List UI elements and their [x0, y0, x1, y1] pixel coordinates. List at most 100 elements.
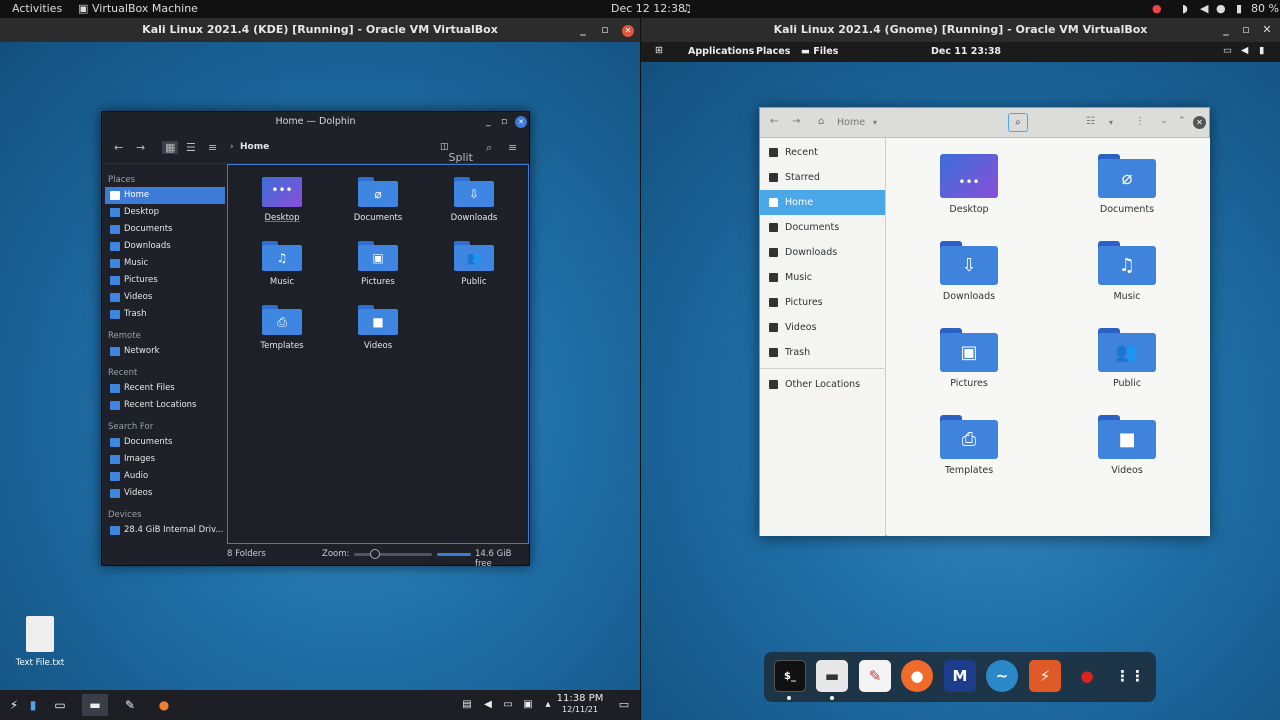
kde-clock[interactable]: 11:38 PM 12/11/21: [556, 693, 604, 715]
battery-icon[interactable]: ▮: [1236, 2, 1242, 15]
sidebar-item[interactable]: Music: [760, 265, 885, 290]
terminal-icon[interactable]: ▭: [48, 694, 72, 716]
file-item[interactable]: ♫ Music: [234, 241, 330, 287]
volume-icon[interactable]: ◀: [1241, 45, 1248, 56]
forward-icon[interactable]: →: [136, 141, 145, 154]
path-bar-home[interactable]: Home: [837, 117, 865, 128]
places-item[interactable]: Documents: [105, 434, 225, 451]
search-icon[interactable]: ⌕: [486, 141, 492, 155]
file-item[interactable]: ▣ Pictures: [914, 328, 1024, 389]
file-item[interactable]: ⇩ Downloads: [426, 177, 522, 223]
places-item[interactable]: Audio: [105, 468, 225, 485]
wifi-icon[interactable]: ◗: [1182, 2, 1188, 15]
places-item[interactable]: Music: [105, 255, 225, 272]
notification-icon[interactable]: ♫: [682, 2, 692, 15]
places-item[interactable]: Trash: [105, 306, 225, 323]
pager-icon[interactable]: ▮: [26, 694, 40, 716]
file-item[interactable]: ▣ Pictures: [330, 241, 426, 287]
files-menu[interactable]: ▬ Files: [801, 46, 838, 57]
icons-view-icon[interactable]: ▦: [162, 141, 179, 154]
file-item[interactable]: ■ Videos: [1072, 415, 1182, 476]
maximize-button[interactable]: ▫: [596, 18, 614, 42]
sidebar-item[interactable]: Home: [760, 190, 885, 215]
places-item[interactable]: Pictures: [105, 272, 225, 289]
file-item[interactable]: ⌀ Documents: [1072, 154, 1182, 215]
view-options-icon[interactable]: ▾: [1109, 118, 1113, 127]
file-item[interactable]: ⎙ Templates: [914, 415, 1024, 476]
dolphin-task-icon[interactable]: ▬: [82, 694, 108, 716]
terminal-icon[interactable]: $_: [774, 660, 806, 692]
sidebar-item[interactable]: Pictures: [760, 290, 885, 315]
file-item[interactable]: ••• Desktop: [234, 177, 330, 223]
firefox-icon[interactable]: ●: [901, 660, 933, 692]
back-icon[interactable]: ←: [114, 141, 123, 154]
places-item[interactable]: Videos: [105, 289, 225, 306]
screen-icon[interactable]: ▭: [1223, 45, 1232, 56]
file-item[interactable]: 👥 Public: [426, 241, 522, 287]
places-item[interactable]: 28.4 GiB Internal Driv...: [105, 522, 225, 539]
sidebar-item[interactable]: Trash: [760, 340, 885, 365]
sidebar-item[interactable]: Recent: [760, 140, 885, 165]
places-item[interactable]: Downloads: [105, 238, 225, 255]
burpsuite-icon[interactable]: ⚡: [1029, 660, 1061, 692]
minimize-button[interactable]: _: [486, 112, 491, 132]
sidebar-item[interactable]: Downloads: [760, 240, 885, 265]
app-grid-icon[interactable]: ⊞: [655, 45, 663, 56]
mic-icon[interactable]: ●: [1216, 2, 1226, 15]
places-item[interactable]: Recent Locations: [105, 397, 225, 414]
places-item[interactable]: Documents: [105, 221, 225, 238]
sidebar-item[interactable]: Starred: [760, 165, 885, 190]
file-item[interactable]: ⌀ Documents: [330, 177, 426, 223]
text-editor-icon[interactable]: ✎: [859, 660, 891, 692]
places-item[interactable]: Desktop: [105, 204, 225, 221]
maximize-button[interactable]: ▫: [1237, 18, 1255, 42]
chevron-down-icon[interactable]: ▾: [873, 118, 877, 127]
text-editor-icon[interactable]: ✎: [118, 694, 142, 716]
close-button[interactable]: ✕: [1258, 18, 1276, 42]
menu-icon[interactable]: ≡: [508, 141, 517, 154]
places-item[interactable]: Home: [105, 187, 225, 204]
zoom-slider[interactable]: [354, 549, 432, 559]
file-item[interactable]: ♫ Music: [1072, 241, 1182, 302]
activities-button[interactable]: Activities: [12, 2, 62, 15]
applications-menu[interactable]: Applications: [688, 46, 754, 57]
sidebar-item[interactable]: Videos: [760, 315, 885, 340]
places-menu[interactable]: Places: [756, 46, 790, 57]
app-menu[interactable]: VirtualBox Machine: [92, 2, 198, 15]
show-apps-icon[interactable]: ⋮⋮: [1114, 660, 1146, 692]
cherrytree-icon[interactable]: ●: [1071, 660, 1103, 692]
record-icon[interactable]: ●: [1152, 2, 1162, 15]
details-view-icon[interactable]: ≡: [208, 141, 217, 154]
menu-icon[interactable]: ⋮: [1135, 116, 1145, 127]
back-icon[interactable]: ←: [770, 116, 778, 127]
view-list-icon[interactable]: ☷: [1086, 116, 1095, 127]
minimize-button[interactable]: _: [1217, 18, 1235, 42]
minimize-button[interactable]: ⌄: [1160, 116, 1168, 126]
maximize-button[interactable]: ⌃: [1178, 116, 1186, 126]
sidebar-item[interactable]: Other Locations: [760, 372, 885, 397]
places-item[interactable]: Videos: [105, 485, 225, 502]
close-button[interactable]: ✕: [1193, 116, 1206, 129]
gnome-clock[interactable]: Dec 11 23:38: [931, 46, 1001, 57]
maximize-button[interactable]: ▫: [501, 112, 507, 132]
split-button[interactable]: ◫ Split: [440, 142, 473, 164]
host-clock[interactable]: Dec 12 12:38: [611, 2, 685, 15]
file-item[interactable]: ⇩ Downloads: [914, 241, 1024, 302]
search-button[interactable]: ⌕: [1008, 113, 1028, 132]
battery-icon[interactable]: ▮: [1259, 45, 1264, 56]
wireshark-icon[interactable]: ~: [986, 660, 1018, 692]
files-icon[interactable]: ▬: [816, 660, 848, 692]
firefox-icon[interactable]: ●: [152, 694, 176, 716]
volume-icon[interactable]: ◀: [1200, 2, 1208, 15]
file-item[interactable]: 👥 Public: [1072, 328, 1182, 389]
kali-menu-icon[interactable]: ⚡: [2, 694, 26, 716]
compact-view-icon[interactable]: ☰: [186, 141, 196, 154]
places-item[interactable]: Network: [105, 343, 225, 360]
metasploit-icon[interactable]: M: [944, 660, 976, 692]
breadcrumb[interactable]: Home: [240, 142, 269, 152]
close-button[interactable]: ✕: [515, 116, 527, 128]
minimize-button[interactable]: _: [574, 18, 592, 42]
sidebar-item[interactable]: Documents: [760, 215, 885, 240]
places-item[interactable]: Images: [105, 451, 225, 468]
places-item[interactable]: Recent Files: [105, 380, 225, 397]
